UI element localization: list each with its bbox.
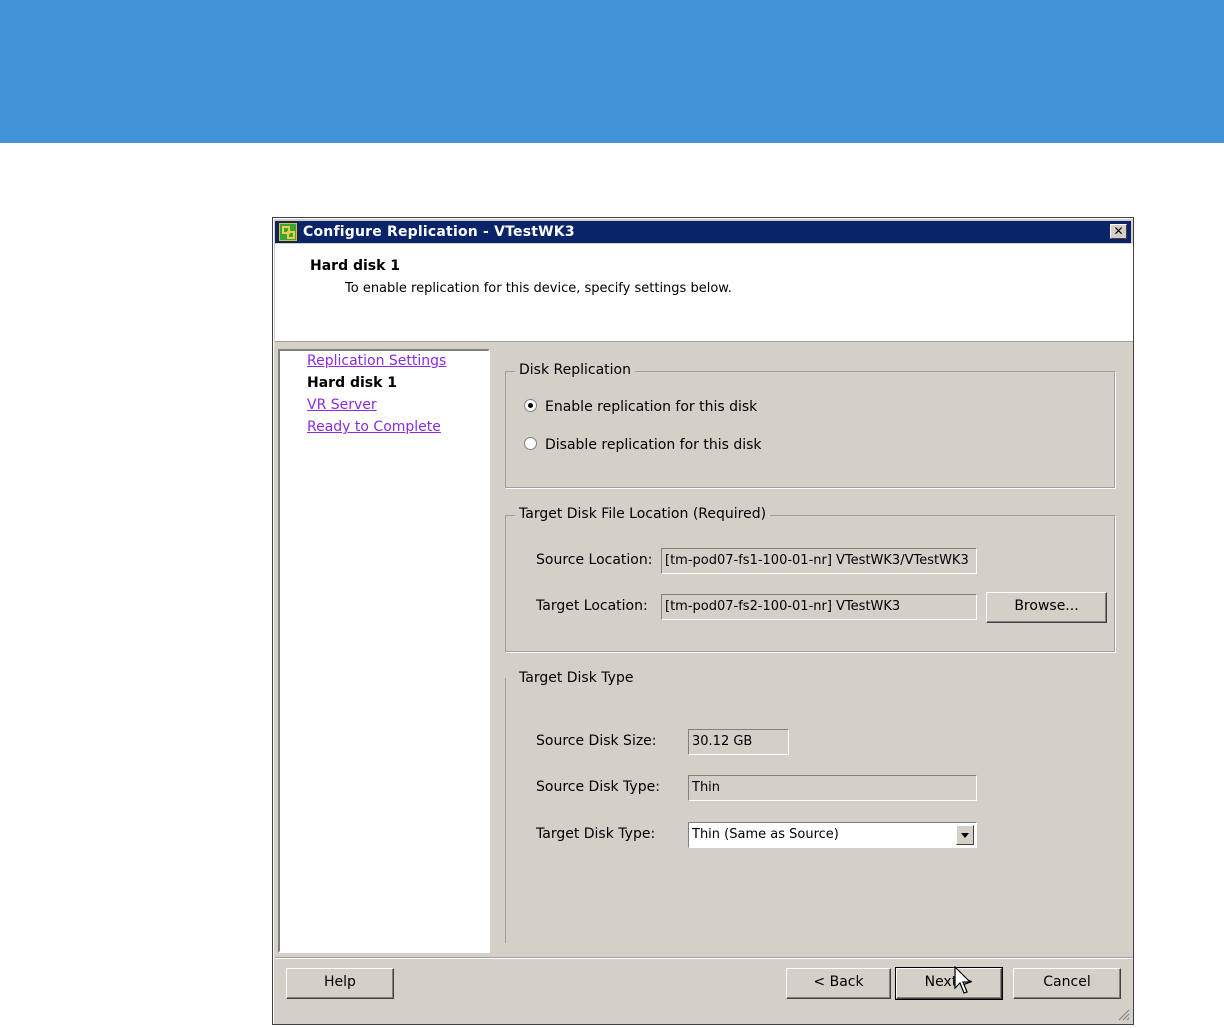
enable-replication-label: Enable replication for this disk xyxy=(545,399,758,415)
help-button[interactable]: Help xyxy=(286,968,394,999)
browse-button[interactable]: Browse... xyxy=(986,592,1107,623)
disable-radio[interactable] xyxy=(524,436,537,450)
back-button[interactable]: < Back xyxy=(786,968,891,999)
mouse-pointer-icon xyxy=(954,966,972,994)
app-icon xyxy=(279,223,297,241)
target-location-label: Target Location: xyxy=(536,598,648,614)
close-button[interactable]: ✕ xyxy=(1110,224,1127,239)
dialog-title: Configure Replication - VTestWK3 xyxy=(303,224,575,240)
footer-divider xyxy=(275,957,1133,958)
page-title: Hard disk 1 xyxy=(310,258,401,274)
target-location-group: Target Disk File Location (Required) Sou… xyxy=(505,506,1115,652)
next-button[interactable]: Next > xyxy=(895,967,1003,1000)
cancel-button[interactable]: Cancel xyxy=(1013,968,1121,999)
source-disk-size-field: 30.12 GB xyxy=(688,729,789,755)
page-subtitle: To enable replication for this device, s… xyxy=(345,281,732,296)
target-disk-type-select[interactable]: Thin (Same as Source) xyxy=(688,822,977,848)
source-location-label: Source Location: xyxy=(536,552,653,568)
source-disk-type-label: Source Disk Type: xyxy=(536,779,660,795)
source-disk-type-field: Thin xyxy=(688,775,977,801)
disable-replication-option[interactable]: Disable replication for this disk xyxy=(524,436,762,453)
target-location-legend: Target Disk File Location (Required) xyxy=(515,506,771,522)
nav-step-ready-to-complete[interactable]: Ready to Complete xyxy=(307,419,441,435)
disable-replication-label: Disable replication for this disk xyxy=(545,437,762,453)
resize-grip-icon[interactable] xyxy=(1118,1009,1130,1021)
source-disk-size-label: Source Disk Size: xyxy=(536,733,657,749)
nav-step-vr-server[interactable]: VR Server xyxy=(307,397,377,413)
disk-replication-group: Disk Replication Enable replication for … xyxy=(505,362,1115,488)
target-disk-type-group: Target Disk Type Source Disk Size: 30.12… xyxy=(505,670,1114,943)
enable-replication-option[interactable]: Enable replication for this disk xyxy=(524,398,758,415)
target-location-field[interactable]: [tm-pod07-fs2-100-01-nr] VTestWK3 xyxy=(661,594,977,620)
target-disk-type-value: Thin (Same as Source) xyxy=(692,827,839,842)
enable-radio[interactable] xyxy=(524,398,537,412)
target-disk-type-label: Target Disk Type: xyxy=(536,826,656,842)
source-location-field: [tm-pod07-fs1-100-01-nr] VTestWK3/VTestW… xyxy=(661,548,977,574)
wizard-steps-nav: Replication Settings Hard disk 1 VR Serv… xyxy=(278,349,490,953)
nav-step-hard-disk-1: Hard disk 1 xyxy=(307,375,398,391)
wizard-header: Hard disk 1 To enable replication for th… xyxy=(275,244,1133,342)
title-bar[interactable]: Configure Replication - VTestWK3 ✕ xyxy=(275,221,1131,243)
content-pane: Disk Replication Enable replication for … xyxy=(495,349,1131,953)
chevron-down-icon[interactable] xyxy=(956,825,974,845)
nav-step-replication-settings[interactable]: Replication Settings xyxy=(307,353,446,369)
disk-replication-legend: Disk Replication xyxy=(515,362,635,378)
configure-replication-dialog: Configure Replication - VTestWK3 ✕ Hard … xyxy=(272,217,1134,1025)
top-banner xyxy=(0,0,1224,143)
target-disk-type-legend: Target Disk Type xyxy=(515,670,638,686)
